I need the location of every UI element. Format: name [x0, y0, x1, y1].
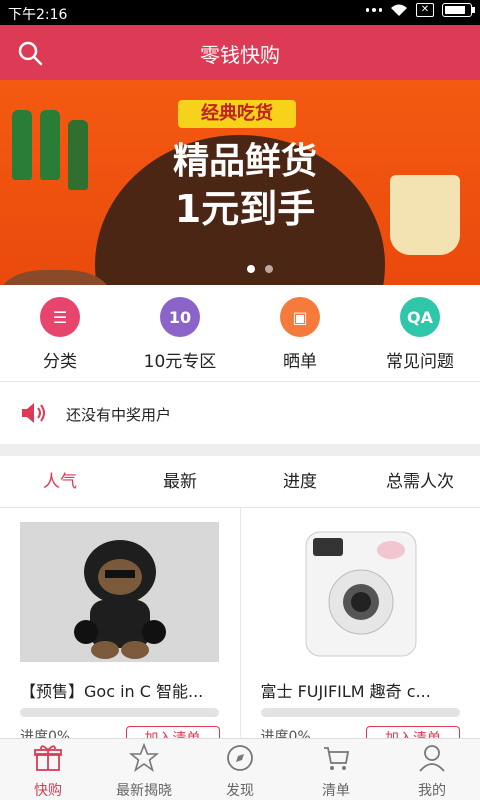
banner-headline: 精品鲜货: [172, 141, 317, 182]
tab-total-needed[interactable]: 总需人次: [360, 456, 480, 507]
quick-item-share-order[interactable]: ▣ 晒单: [240, 285, 360, 381]
product-card[interactable]: 富士 FUJIFILM 趣奇 c... 进度0% 加入清单: [241, 508, 480, 752]
sort-tabs: 人气 最新 进度 总需人次: [0, 456, 480, 508]
more-dots-icon: [366, 8, 382, 12]
battery-icon: [442, 3, 475, 17]
bottom-nav: 快购 最新揭晓 发现 清单 我的: [0, 738, 480, 800]
product-name: 富士 FUJIFILM 趣奇 c...: [260, 682, 431, 701]
user-icon: [419, 745, 445, 772]
progress-bar: [260, 708, 460, 717]
pager-dot: [247, 265, 255, 273]
quick-item-label: 分类: [43, 352, 77, 372]
status-icons: ✕: [366, 3, 475, 17]
product-name: 【预售】Goc in C 智能...: [20, 682, 204, 701]
quick-item-label: 晒单: [283, 352, 317, 372]
bottle-image: [12, 110, 32, 180]
nav-list[interactable]: 清单: [288, 739, 384, 800]
product-card[interactable]: 【预售】Goc in C 智能... 进度0% 加入清单: [0, 508, 241, 752]
compass-icon: [227, 745, 253, 771]
picture-icon: ▣: [280, 297, 320, 337]
banner-tag: 经典吃货: [178, 100, 296, 128]
ten-icon: 10: [160, 297, 200, 337]
quick-actions: ☰ 分类 10 10元专区 ▣ 晒单 QA 常见问题: [0, 285, 480, 381]
no-sim-icon: ✕: [416, 3, 434, 17]
quick-item-label: 常见问题: [386, 352, 454, 372]
nav-label: 清单: [322, 783, 350, 799]
gift-icon: [34, 745, 62, 771]
promo-banner[interactable]: 经典吃货 精品鲜货 1元到手: [0, 80, 480, 285]
banner-subheadline: 1元到手: [174, 187, 316, 231]
nav-latest-reveal[interactable]: 最新揭晓: [96, 739, 192, 800]
tab-newest[interactable]: 最新: [120, 456, 240, 507]
bottle-image: [40, 110, 60, 180]
quick-item-faq[interactable]: QA 常见问题: [360, 285, 480, 381]
winner-notice: 还没有中奖用户: [0, 382, 480, 444]
nav-quick-buy[interactable]: 快购: [0, 739, 96, 800]
nav-label: 我的: [418, 783, 446, 799]
nav-label: 发现: [226, 783, 254, 799]
bottle-image: [68, 120, 88, 190]
list-icon: ☰: [40, 297, 80, 337]
app-header: 零钱快购: [0, 25, 480, 80]
nav-label: 快购: [34, 783, 62, 799]
wifi-icon: [391, 4, 407, 16]
status-bar: 下午2:16 ✕: [0, 0, 480, 25]
tab-progress[interactable]: 进度: [240, 456, 360, 507]
quick-item-category[interactable]: ☰ 分类: [0, 285, 120, 381]
page-title: 零钱快购: [200, 43, 280, 67]
nav-profile[interactable]: 我的: [384, 739, 480, 800]
product-image: [260, 522, 460, 662]
quick-item-ten-yuan[interactable]: 10 10元专区: [120, 285, 240, 381]
pager-dot: [265, 265, 273, 273]
product-image: [20, 522, 219, 662]
notice-text: 还没有中奖用户: [66, 406, 172, 424]
product-grid: 【预售】Goc in C 智能... 进度0% 加入清单 富士 FUJIFILM…: [0, 508, 480, 752]
nav-label: 最新揭晓: [116, 783, 172, 799]
progress-bar: [20, 708, 219, 717]
noodle-cup-image: [390, 175, 460, 255]
snacks-image: [0, 270, 110, 285]
nav-discover[interactable]: 发现: [192, 739, 288, 800]
tab-popularity[interactable]: 人气: [0, 456, 120, 507]
status-time: 下午2:16: [8, 7, 68, 23]
star-icon: [128, 742, 160, 772]
quick-item-label: 10元专区: [143, 352, 217, 372]
banner-pager: [247, 265, 273, 273]
qa-icon: QA: [400, 297, 440, 337]
section-gap: [0, 444, 480, 456]
cart-icon: [324, 747, 350, 770]
speaker-icon: [22, 403, 45, 423]
